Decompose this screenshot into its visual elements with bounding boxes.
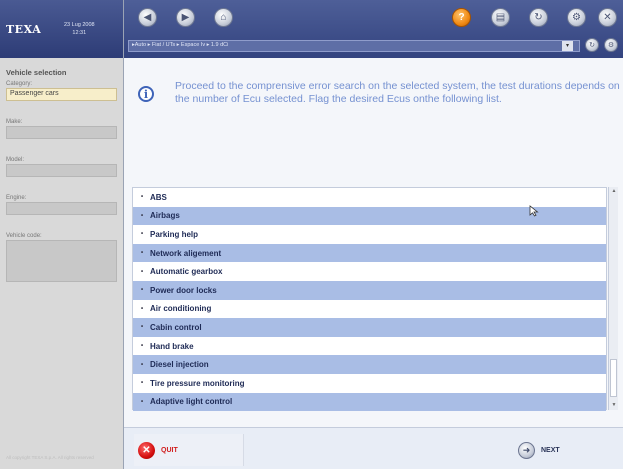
bullet-icon: • xyxy=(141,287,144,294)
bullet-icon: • xyxy=(141,250,144,257)
category-field[interactable]: Passenger cars xyxy=(6,88,117,101)
bullet-icon: • xyxy=(141,380,144,387)
info-message: Proceed to the comprensive error search … xyxy=(175,80,620,105)
sidebar: TEXA 23 Lug 2008 12:31 Vehicle selection… xyxy=(0,0,124,469)
engine-label: Engine: xyxy=(6,195,27,201)
model-field[interactable] xyxy=(6,164,117,177)
options-icon[interactable]: ⚙ xyxy=(604,38,618,52)
system-item-abs[interactable]: • ABS xyxy=(133,188,606,207)
category-label: Category: xyxy=(6,81,33,87)
system-item-tire-pressure-monitoring[interactable]: • Tire pressure monitoring xyxy=(133,373,606,393)
system-label: Parking help xyxy=(150,229,199,239)
vehicle-code-field[interactable] xyxy=(6,240,117,282)
refresh-icon[interactable]: ↻ xyxy=(529,8,548,27)
system-item-cabin-control[interactable]: • Cabin control xyxy=(133,318,606,337)
system-label: Airbags xyxy=(150,211,180,221)
bullet-icon: • xyxy=(141,305,144,312)
home-icon[interactable]: ⌂ xyxy=(214,8,233,27)
system-item-parking-help[interactable]: • Parking help xyxy=(133,225,606,244)
top-toolbar: ◀ ▶ ⌂ ? ▤ ↻ ⚙ ✕ ▸Auto ▸ Fiat / UTs ▸ Esp… xyxy=(124,0,623,58)
close-icon[interactable]: ✕ xyxy=(598,8,617,27)
next-arrow-icon: ➜ xyxy=(518,441,535,459)
vehicle-selection-title: Vehicle selection xyxy=(6,68,67,77)
print-icon[interactable]: ▤ xyxy=(491,8,510,27)
time-text: 12:31 xyxy=(72,30,87,36)
system-label: Air conditioning xyxy=(150,304,212,314)
settings-icon[interactable]: ⚙ xyxy=(567,8,586,27)
scroll-down-icon[interactable]: ▼ xyxy=(609,401,619,410)
bullet-icon: • xyxy=(141,361,144,368)
make-label: Make: xyxy=(6,119,23,125)
bullet-icon: • xyxy=(141,268,144,275)
system-item-automatic-gearbox[interactable]: • Automatic gearbox xyxy=(133,262,606,281)
help-icon[interactable]: ? xyxy=(452,8,471,27)
bullet-icon: • xyxy=(141,194,144,201)
system-item-diesel-injection[interactable]: • Diesel injection xyxy=(133,355,606,374)
make-field[interactable] xyxy=(6,126,117,139)
bullet-icon: • xyxy=(141,398,144,405)
system-label: Hand brake xyxy=(150,341,194,351)
system-item-air-conditioning[interactable]: • Air conditioning xyxy=(133,299,606,319)
forward-icon[interactable]: ▶ xyxy=(176,8,195,27)
bullet-icon: • xyxy=(141,212,144,219)
texa-logo: TEXA xyxy=(6,22,42,36)
engine-field[interactable] xyxy=(6,202,117,215)
bullet-icon: • xyxy=(141,231,144,238)
breadcrumb: ▸Auto ▸ Fiat / UTs ▸ Espace Iv ▸ 1.9 dCi xyxy=(128,40,580,52)
date-time: 23 Lug 2008 12:31 xyxy=(64,21,95,37)
system-label: Automatic gearbox xyxy=(150,267,223,277)
info-icon: i xyxy=(138,86,154,102)
bottom-bar: ✕ QUIT ➜ NEXT xyxy=(124,427,623,469)
back-icon[interactable]: ◀ xyxy=(138,8,157,27)
system-label: Cabin control xyxy=(150,322,202,332)
next-label: NEXT xyxy=(541,446,560,454)
system-label: Tire pressure monitoring xyxy=(150,378,245,388)
quit-label: QUIT xyxy=(161,446,178,454)
model-label: Model: xyxy=(6,157,25,163)
bullet-icon: • xyxy=(141,324,144,331)
system-label: Power door locks xyxy=(150,285,217,295)
chevron-down-icon[interactable]: ▾ xyxy=(562,41,573,51)
system-label: ABS xyxy=(150,192,167,202)
system-label: Network aligement xyxy=(150,248,222,258)
quit-icon: ✕ xyxy=(138,441,155,459)
system-label: Diesel injection xyxy=(150,360,209,370)
system-label: Adaptive light control xyxy=(150,397,233,407)
vehicle-code-label: Vehicle code: xyxy=(6,233,42,239)
system-item-network-aligement[interactable]: • Network aligement xyxy=(133,243,606,263)
system-item-power-door-locks[interactable]: • Power door locks xyxy=(133,280,606,300)
system-list: • ABS • Airbags • Parking help • Network ali… xyxy=(132,187,607,412)
go-icon[interactable]: ↻ xyxy=(585,38,599,52)
system-item-hand-brake[interactable]: • Hand brake xyxy=(133,336,606,356)
date-text: 23 Lug 2008 xyxy=(64,22,95,28)
scroll-up-icon[interactable]: ▲ xyxy=(609,187,619,196)
mouse-cursor-icon xyxy=(529,205,539,217)
brand-header: TEXA 23 Lug 2008 12:31 xyxy=(0,0,123,58)
list-scrollbar[interactable]: ▲ ▼ xyxy=(608,187,618,410)
quit-button[interactable]: ✕ QUIT xyxy=(134,434,244,466)
next-button[interactable]: ➜ NEXT xyxy=(514,434,614,466)
copyright-text: All copyright TEXA S.p.A. All rights res… xyxy=(6,455,94,460)
system-item-adaptive-light-control[interactable]: • Adaptive light control xyxy=(133,392,606,412)
scroll-thumb[interactable] xyxy=(610,359,617,397)
bullet-icon: • xyxy=(141,343,144,350)
